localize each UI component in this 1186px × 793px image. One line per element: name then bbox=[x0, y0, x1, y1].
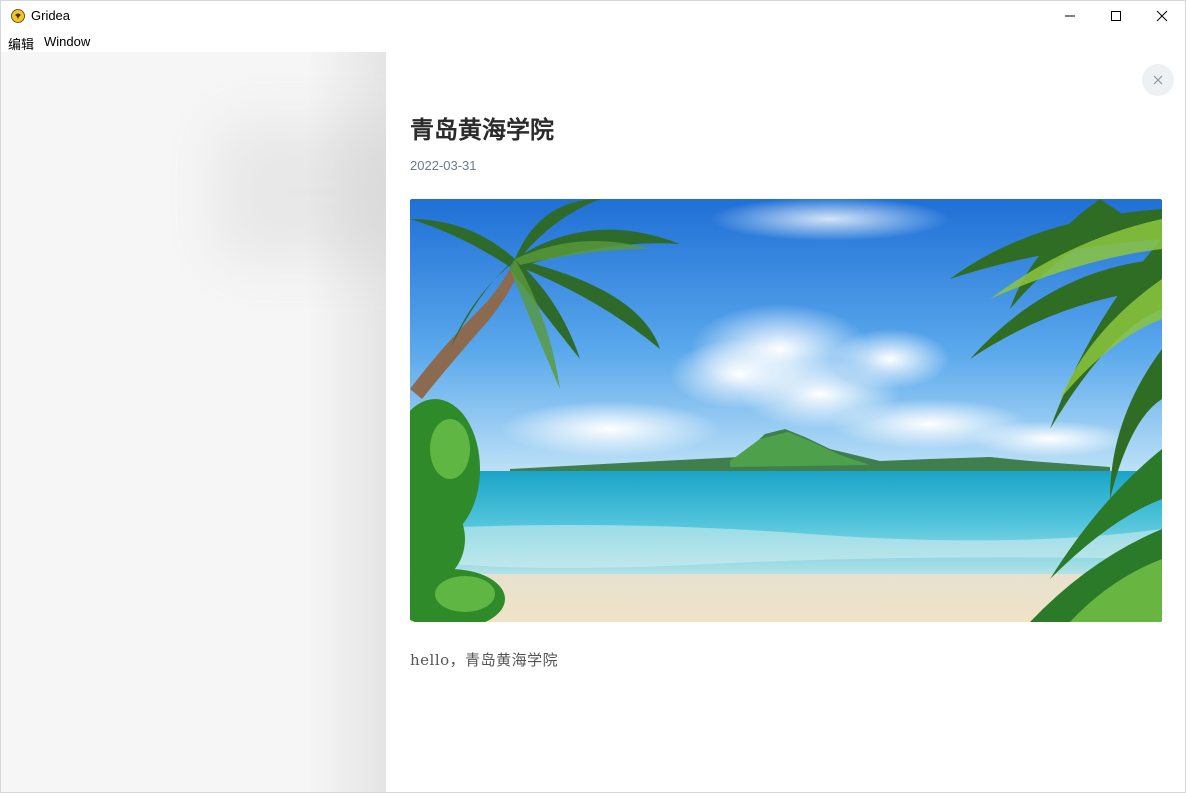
menu-bar: 编辑 Window bbox=[1, 32, 1185, 52]
close-icon bbox=[1153, 75, 1163, 85]
title-bar[interactable]: Gridea bbox=[1, 1, 1185, 31]
gridea-app-icon bbox=[11, 9, 25, 23]
close-icon bbox=[1156, 10, 1168, 22]
app-window: Gridea 编辑 Window 青岛黄海学院 2022-03-31 hello… bbox=[0, 0, 1186, 793]
menu-item-window[interactable]: Window bbox=[44, 34, 90, 49]
beach-image bbox=[410, 199, 1162, 622]
post-date: 2022-03-31 bbox=[410, 158, 477, 173]
pane-shadow bbox=[306, 52, 386, 792]
window-title: Gridea bbox=[31, 8, 71, 23]
minimize-icon bbox=[1065, 15, 1075, 17]
menu-item-edit[interactable]: 编辑 bbox=[8, 34, 34, 53]
blurred-background-pane bbox=[1, 52, 386, 792]
maximize-icon bbox=[1111, 11, 1121, 21]
post-title: 青岛黄海学院 bbox=[410, 116, 554, 144]
post-feature-image bbox=[410, 199, 1162, 622]
maximize-button[interactable] bbox=[1093, 1, 1139, 31]
close-preview-button[interactable] bbox=[1142, 64, 1174, 96]
minimize-button[interactable] bbox=[1047, 1, 1093, 31]
close-window-button[interactable] bbox=[1139, 1, 1185, 31]
post-content: hello，青岛黄海学院 bbox=[410, 651, 559, 669]
post-preview-panel: 青岛黄海学院 2022-03-31 hello，青岛黄海学院 bbox=[386, 52, 1185, 792]
